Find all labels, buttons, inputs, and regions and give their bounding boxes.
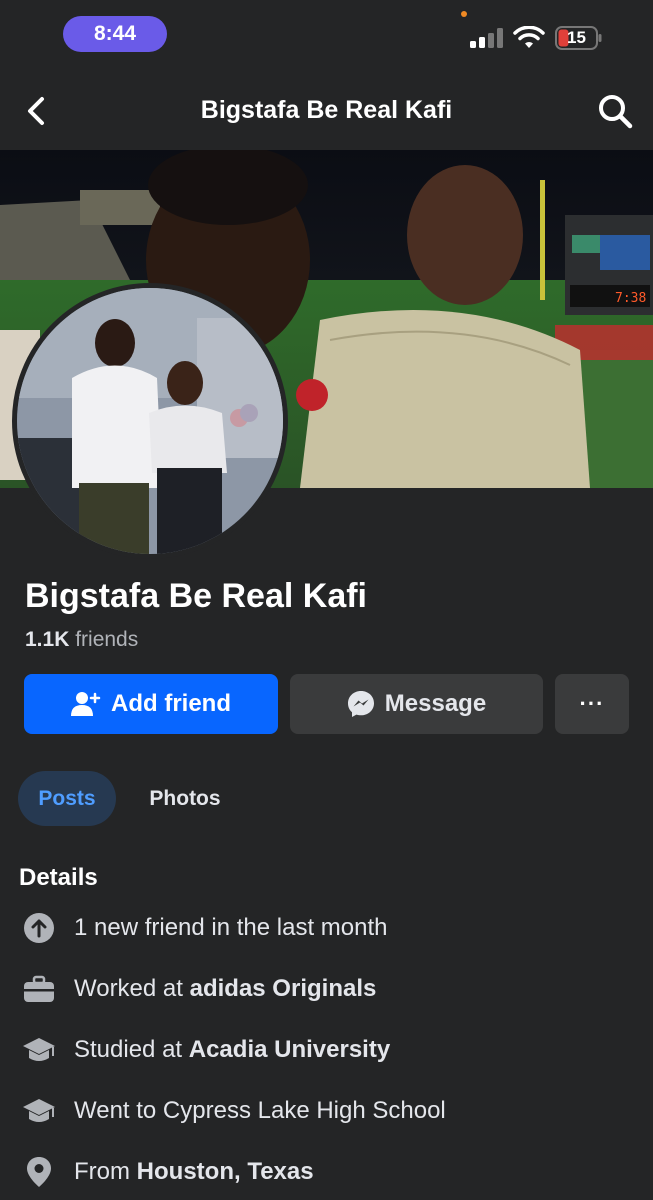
cellular-signal-icon bbox=[470, 28, 503, 48]
svg-text:7:38: 7:38 bbox=[615, 291, 646, 306]
briefcase-icon bbox=[22, 972, 56, 1006]
add-friend-label: Add friend bbox=[111, 690, 231, 717]
detail-new-friends: 1 new friend in the last month bbox=[0, 908, 653, 948]
more-options-button[interactable]: ··· bbox=[555, 674, 629, 734]
detail-text: From Houston, Texas bbox=[74, 1158, 314, 1185]
detail-high-school: Went to Cypress Lake High School bbox=[0, 1091, 653, 1131]
profile-picture-image bbox=[17, 288, 283, 554]
page-title: Bigstafa Be Real Kafi bbox=[200, 96, 453, 124]
graduation-cap-icon bbox=[22, 1033, 56, 1067]
battery-level: 15 bbox=[567, 28, 586, 47]
message-button[interactable]: Message bbox=[290, 674, 543, 734]
details-heading: Details bbox=[19, 864, 98, 891]
graduation-cap-icon bbox=[22, 1094, 56, 1128]
tab-posts[interactable]: Posts bbox=[18, 771, 116, 826]
message-label: Message bbox=[384, 690, 487, 717]
location-pin-icon bbox=[22, 1155, 56, 1189]
wifi-icon bbox=[513, 26, 545, 48]
messenger-icon bbox=[347, 691, 374, 717]
search-icon[interactable] bbox=[596, 92, 634, 130]
profile-name: Bigstafa Be Real Kafi bbox=[25, 577, 367, 615]
detail-text: Studied at Acadia University bbox=[74, 1036, 391, 1063]
detail-text: Went to Cypress Lake High School bbox=[74, 1097, 446, 1124]
add-person-icon bbox=[71, 692, 101, 716]
battery-icon: 15 bbox=[555, 26, 603, 50]
friends-label: friends bbox=[75, 628, 139, 651]
more-options-icon: ··· bbox=[579, 691, 605, 716]
profile-picture[interactable] bbox=[12, 283, 288, 559]
friends-count: 1.1K bbox=[25, 628, 70, 651]
detail-text: 1 new friend in the last month bbox=[74, 914, 388, 941]
status-bar: 8:44 15 bbox=[0, 0, 653, 72]
privacy-indicator-dot bbox=[461, 11, 467, 17]
friends-count-line[interactable]: 1.1K friends bbox=[25, 628, 138, 652]
detail-work[interactable]: Worked at adidas Originals bbox=[0, 969, 653, 1009]
detail-hometown[interactable]: From Houston, Texas bbox=[0, 1152, 653, 1192]
top-nav-bar: Bigstafa Be Real Kafi bbox=[0, 72, 653, 150]
status-time: 8:44 bbox=[63, 16, 167, 52]
tab-photos[interactable]: Photos bbox=[130, 771, 240, 826]
add-friend-button[interactable]: Add friend bbox=[24, 674, 278, 734]
detail-text: Worked at adidas Originals bbox=[74, 975, 377, 1002]
detail-university[interactable]: Studied at Acadia University bbox=[0, 1030, 653, 1070]
arrow-up-circle-icon bbox=[22, 911, 56, 945]
